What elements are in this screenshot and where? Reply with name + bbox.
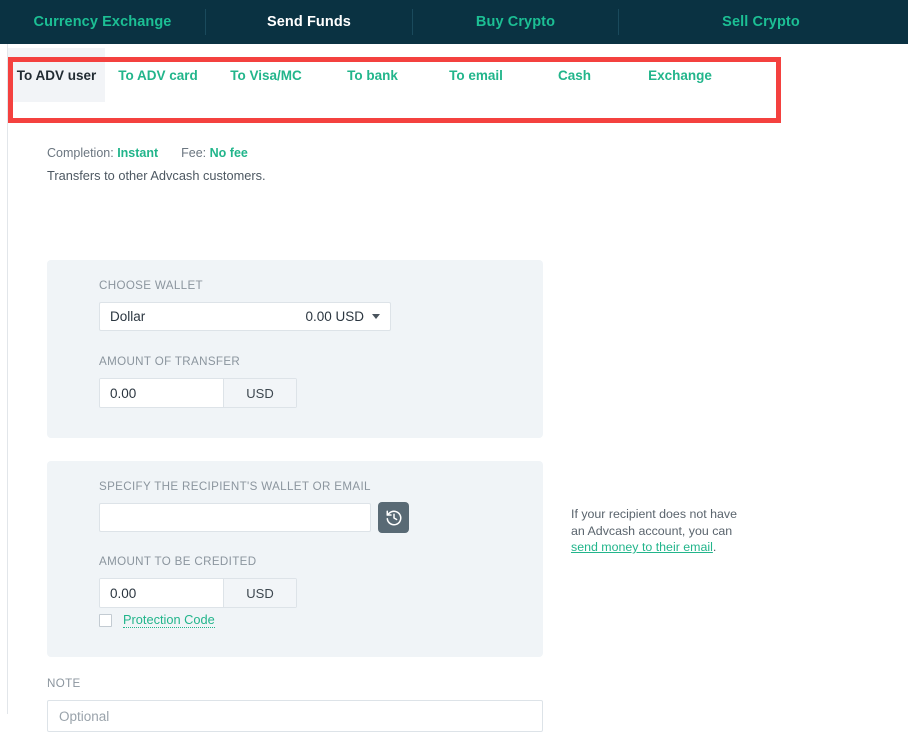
- amount-to-be-credited-currency: USD: [223, 579, 296, 607]
- transfer-info: Completion: Instant Fee: No fee Transfer…: [47, 146, 647, 183]
- completion-fee-line: Completion: Instant Fee: No fee: [47, 146, 647, 160]
- amount-of-transfer-input[interactable]: [100, 379, 223, 407]
- chevron-down-icon: [372, 314, 380, 319]
- wallet-select[interactable]: Dollar 0.00 USD: [99, 302, 391, 331]
- fee-label: Fee:: [181, 146, 207, 160]
- tab-exchange[interactable]: Exchange: [621, 48, 739, 102]
- send-money-to-email-link[interactable]: send money to their email: [571, 540, 713, 554]
- tab-to-visa-mc[interactable]: To Visa/MC: [211, 48, 321, 102]
- top-navigation-bar: Currency Exchange Send Funds Buy Crypto …: [0, 0, 908, 44]
- tab-label: To Visa/MC: [230, 67, 302, 83]
- left-divider-rule: [7, 44, 8, 714]
- tab-to-bank[interactable]: To bank: [321, 48, 424, 102]
- protection-code-row: Protection Code: [99, 612, 215, 628]
- tab-label: To bank: [347, 67, 398, 83]
- completion-value: Instant: [117, 146, 159, 160]
- tab-cash[interactable]: Cash: [528, 48, 621, 102]
- helper-text-before: If your recipient does not have an Advca…: [571, 507, 737, 538]
- amount-of-transfer-group: USD: [99, 378, 297, 408]
- wallet-balance: 0.00 USD: [305, 309, 364, 324]
- tab-to-email[interactable]: To email: [424, 48, 528, 102]
- topnav-item-currency-exchange[interactable]: Currency Exchange: [0, 0, 205, 44]
- choose-wallet-label: CHOOSE WALLET: [99, 279, 203, 292]
- page-body: To ADV user To ADV card To Visa/MC To ba…: [0, 44, 908, 732]
- wallet-name: Dollar: [110, 309, 146, 324]
- note-label: NOTE: [47, 677, 81, 690]
- fee-value: No fee: [209, 146, 248, 160]
- protection-code-checkbox[interactable]: [99, 613, 112, 627]
- amount-to-be-credited-group: USD: [99, 578, 297, 608]
- transfer-method-tabbar: To ADV user To ADV card To Visa/MC To ba…: [8, 48, 781, 102]
- recipient-label: SPECIFY THE RECIPIENT'S WALLET OR EMAIL: [99, 480, 371, 493]
- topnav-label: Currency Exchange: [33, 14, 172, 30]
- topnav-item-sell-crypto[interactable]: Sell Crypto: [619, 0, 903, 44]
- tab-label: Exchange: [648, 67, 712, 83]
- recipient-input[interactable]: [99, 503, 371, 532]
- recipient-history-button[interactable]: [378, 502, 409, 533]
- transfer-description: Transfers to other Advcash customers.: [47, 168, 266, 183]
- topnav-label: Sell Crypto: [722, 14, 800, 30]
- topnav-item-send-funds[interactable]: Send Funds: [206, 0, 412, 44]
- topnav-item-buy-crypto[interactable]: Buy Crypto: [413, 0, 618, 44]
- tab-label: To ADV card: [118, 67, 198, 83]
- amount-to-be-credited-label: AMOUNT TO BE CREDITED: [99, 555, 257, 568]
- protection-code-label[interactable]: Protection Code: [123, 612, 215, 628]
- helper-text-after: .: [712, 540, 717, 555]
- history-icon: [386, 510, 401, 525]
- completion-label: Completion:: [47, 146, 114, 160]
- amount-of-transfer-currency: USD: [223, 379, 296, 407]
- topnav-label: Buy Crypto: [475, 14, 556, 30]
- amount-to-be-credited-input[interactable]: [100, 579, 223, 607]
- topnav-label: Send Funds: [267, 14, 351, 30]
- tab-label: To ADV user: [16, 67, 97, 83]
- tab-to-adv-user[interactable]: To ADV user: [8, 48, 105, 102]
- tab-label: Cash: [557, 67, 591, 83]
- tab-to-adv-card[interactable]: To ADV card: [105, 48, 211, 102]
- note-input[interactable]: [47, 700, 543, 732]
- tab-label: To email: [449, 67, 503, 83]
- amount-of-transfer-label: AMOUNT OF TRANSFER: [99, 355, 241, 368]
- recipient-helper-text: If your recipient does not have an Advca…: [571, 506, 753, 556]
